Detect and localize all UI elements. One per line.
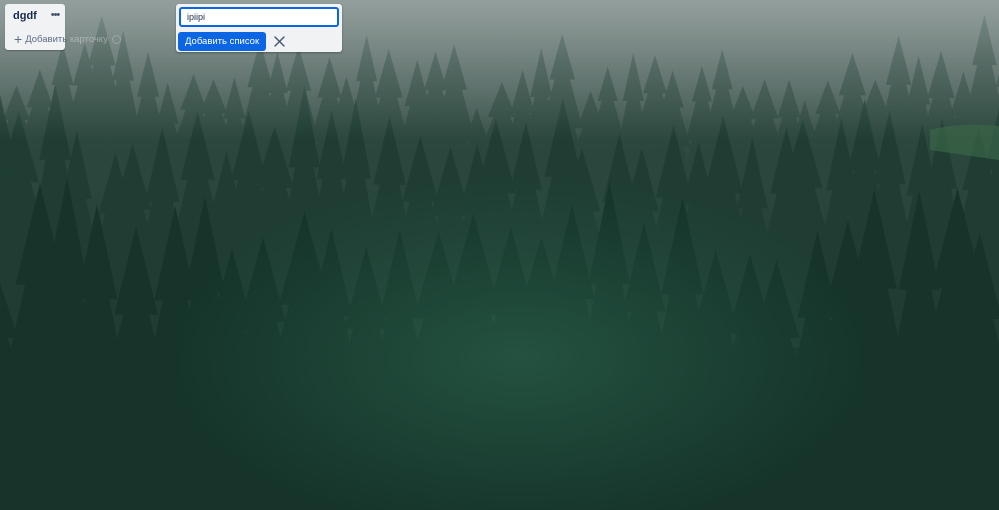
add-card-label-visible: Добавить <box>25 33 70 45</box>
list-menu-ellipsis-icon[interactable]: ••• <box>48 7 62 23</box>
composer-actions: Добавить список <box>178 31 286 51</box>
list-name-input[interactable] <box>179 7 339 27</box>
forest-background-image <box>0 0 999 510</box>
add-card-label: Добавить карточку <box>25 34 108 45</box>
add-card-label-overflow: карточку <box>69 33 108 45</box>
list-header: dgdf ••• <box>5 4 65 28</box>
card-template-icon[interactable] <box>112 35 121 44</box>
board-canvas: dgdf ••• + Добавить карточку Добавить сп… <box>0 0 999 510</box>
add-list-button[interactable]: Добавить список <box>178 31 267 51</box>
add-list-composer: Добавить список <box>176 4 342 52</box>
plus-icon: + <box>14 31 23 47</box>
list-title[interactable]: dgdf <box>13 10 37 22</box>
list-column: dgdf ••• + Добавить карточку <box>5 4 121 50</box>
close-icon[interactable] <box>272 34 286 48</box>
add-card-button[interactable]: + Добавить карточку <box>14 31 108 47</box>
